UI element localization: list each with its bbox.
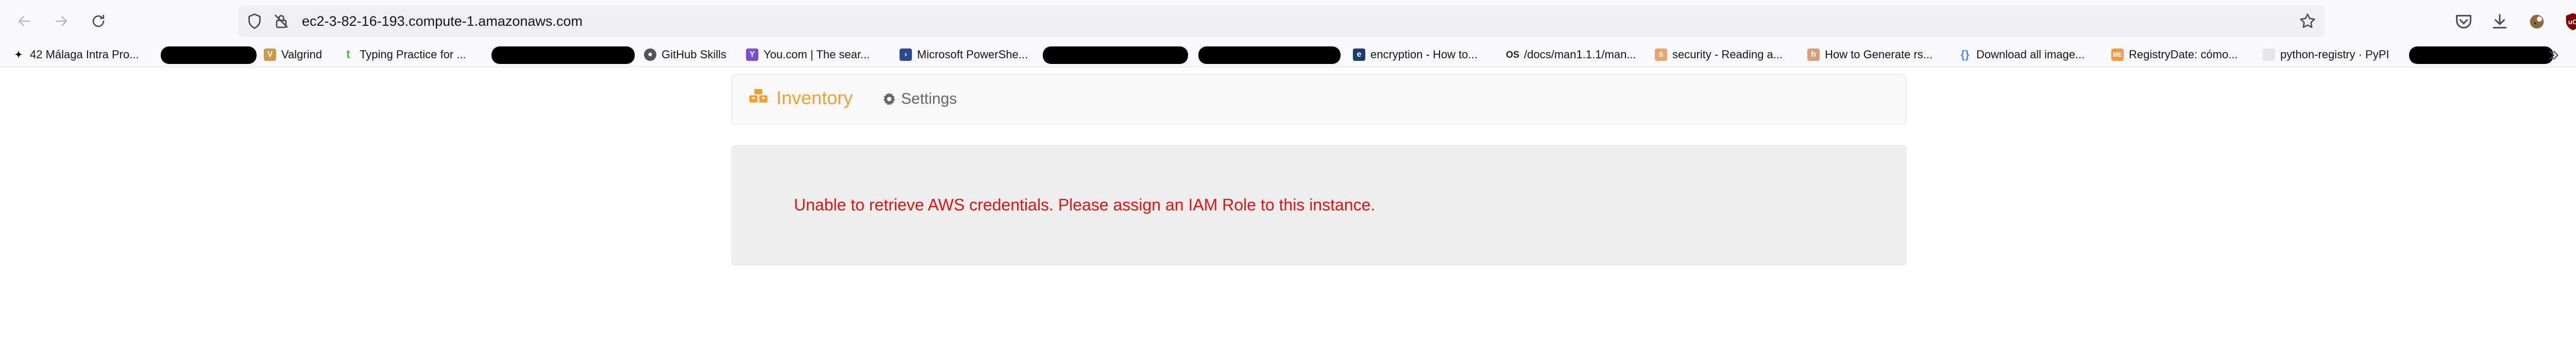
- pocket-icon[interactable]: [2453, 11, 2474, 32]
- url-text[interactable]: ec2-3-82-16-193.compute-1.amazonaws.com: [302, 13, 583, 29]
- svg-text:uO: uO: [2568, 18, 2576, 26]
- browser-toolbar: ec2-3-82-16-193.compute-1.amazonaws.com …: [0, 0, 2576, 43]
- web-icon: h: [1807, 48, 1820, 61]
- redacted-bookmark: [492, 46, 635, 64]
- powershell-icon: ›: [900, 48, 912, 61]
- document-icon: e: [1353, 48, 1365, 61]
- redacted-bookmark: [1043, 46, 1188, 64]
- gear-icon: [883, 92, 895, 105]
- brand-label: Inventory: [776, 87, 853, 108]
- ublock-shield-icon[interactable]: uO: [2563, 11, 2576, 32]
- stackexchange-icon: s: [1655, 48, 1667, 61]
- bookmark-item[interactable]: › Microsoft PowerShe...: [900, 47, 1028, 62]
- shield-icon[interactable]: [245, 12, 264, 30]
- reload-icon: [92, 14, 105, 27]
- braces-icon: {}: [1960, 48, 1970, 61]
- bookmark-item[interactable]: {} Download all image...: [1959, 47, 2084, 62]
- back-arrow-icon: [18, 16, 30, 26]
- error-alert: Unable to retrieve AWS credentials. Plea…: [732, 145, 1906, 265]
- bookmark-star-icon[interactable]: [2298, 11, 2317, 31]
- bookmark-item[interactable]: t Typing Practice for ...: [342, 47, 466, 62]
- registry-icon: ME: [2111, 48, 2124, 61]
- bookmark-item[interactable]: s security - Reading a...: [1655, 47, 1783, 62]
- bookmark-item[interactable]: e encryption - How to...: [1353, 47, 1478, 62]
- bookmark-item[interactable]: OS /docs/man1.1.1/man...: [1506, 47, 1636, 62]
- bookmark-item[interactable]: Y You.com | The sear...: [746, 47, 870, 62]
- 42-icon: ✦: [14, 49, 23, 60]
- settings-label: Settings: [901, 90, 957, 107]
- inventory-brand-link[interactable]: Inventory: [748, 87, 853, 109]
- bookmark-item[interactable]: ● GitHub Skills: [644, 47, 726, 62]
- bookmark-item[interactable]: ✦ 42 Málaga Intra Pro...: [12, 47, 139, 62]
- forward-arrow-icon: [55, 16, 67, 26]
- you-icon: Y: [746, 48, 758, 61]
- navbar: Inventory Settings: [732, 74, 1906, 124]
- bookmark-item[interactable]: python-registry · PyPI: [2263, 47, 2389, 62]
- typing-icon: t: [346, 47, 350, 61]
- valgrind-icon: V: [264, 48, 276, 61]
- pypi-icon: [2263, 48, 2275, 61]
- github-icon: ●: [644, 48, 656, 61]
- redacted-bookmark: [161, 46, 257, 64]
- extension-cookie-icon[interactable]: [2527, 11, 2547, 32]
- bookmark-item[interactable]: h How to Generate rs...: [1807, 47, 1933, 62]
- reload-button[interactable]: [87, 9, 110, 33]
- downloads-icon[interactable]: [2489, 11, 2510, 32]
- insecure-lock-icon[interactable]: [272, 12, 291, 30]
- bookmark-item[interactable]: ME RegistryDate: cómo...: [2111, 47, 2238, 62]
- error-message: Unable to retrieve AWS credentials. Plea…: [794, 196, 1376, 214]
- settings-link[interactable]: Settings: [882, 90, 957, 108]
- bookmark-item[interactable]: V Valgrind: [264, 47, 322, 62]
- redacted-bookmark: [1198, 46, 1341, 64]
- forward-button[interactable]: [49, 9, 73, 33]
- openssl-icon: OS: [1506, 49, 1520, 60]
- url-bar[interactable]: ec2-3-82-16-193.compute-1.amazonaws.com: [238, 5, 2325, 37]
- bookmarks-overflow-chevron-icon[interactable]: [2545, 47, 2563, 63]
- back-button[interactable]: [12, 9, 36, 33]
- boxes-icon: [749, 89, 768, 103]
- redacted-bookmark: [2409, 46, 2553, 64]
